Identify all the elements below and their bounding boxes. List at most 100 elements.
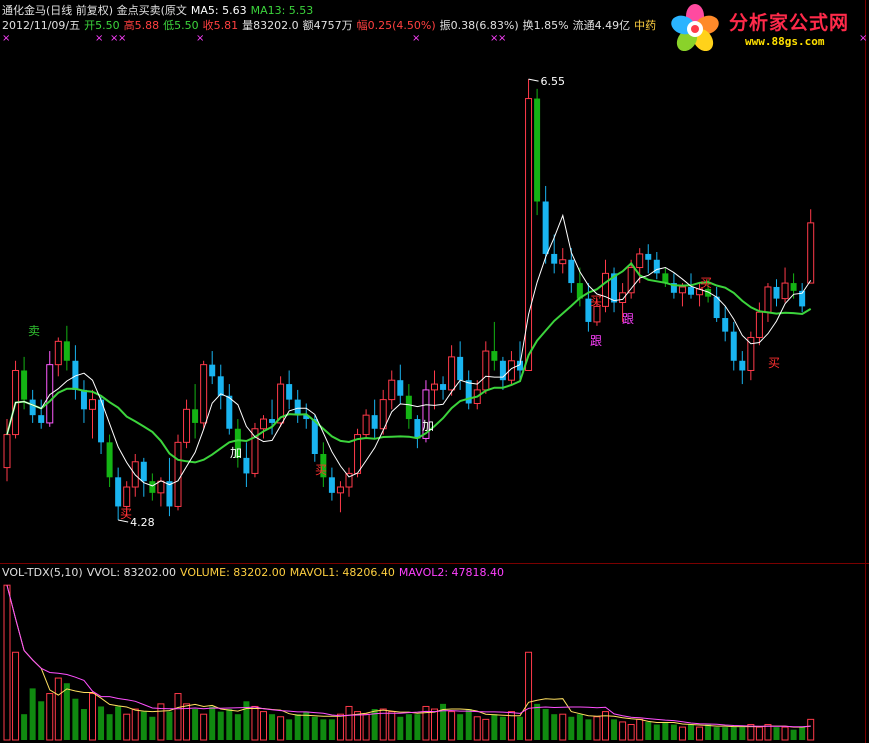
volume-bar [593,716,601,741]
volume-bar [286,719,293,740]
high-price-label-pointer [528,78,539,82]
signal-label: 买 [590,294,602,308]
volume-bar [696,726,704,741]
candle-body [157,480,165,494]
signal-marker: × [95,33,104,44]
candle-body [722,318,729,332]
candle-body [755,311,763,338]
quote-item-6: 额4757万 [302,19,353,32]
candle-body [431,383,438,391]
candle-body [645,253,652,260]
candle-body [226,395,233,429]
candle-body [217,376,224,396]
volume-bar [354,711,362,741]
volume-bar [405,714,412,740]
logo-url: www.88gs.com [745,35,825,48]
volume-bar [653,724,660,740]
volume-bar [174,693,182,741]
volume-bar [3,584,11,741]
volume-bar [226,709,233,740]
candlestick-chart[interactable]: 6.554.28卖买加买加买跟跟买买 [0,0,869,743]
signal-label: 加 [230,446,242,460]
candle-body [440,384,447,390]
volume-bar [388,711,396,741]
volume-bar [328,719,335,740]
volume-bar [80,709,87,740]
candle-body [63,341,70,361]
candle-body [328,477,335,493]
candle-body [371,415,378,429]
signal-marker: × [498,33,507,44]
volume-bar [345,705,353,741]
quote-item-1: 开5.50 [84,19,120,32]
volume-bar [636,718,644,741]
signal-marker: × [196,33,205,44]
candle-body [21,370,28,400]
ma5-line [6,213,812,487]
candle-body [534,98,541,202]
volume-bar [799,727,806,740]
signal-marker: × [412,33,421,44]
candle-body [448,356,456,391]
quote-item-9: 换1.85% [522,19,569,32]
candle-body [781,282,789,300]
candle-body [551,253,558,264]
volume-bar [98,706,105,740]
candle-body [688,286,694,295]
volume-bar [234,714,241,740]
volume-bar [678,726,686,741]
candle-body [559,259,567,265]
volume-bar [764,724,772,741]
volume-bar [473,716,481,741]
volume-bar [705,724,712,740]
volume-bar [781,726,789,741]
flower-logo-icon [671,4,719,52]
volume-bar [517,716,523,740]
indicator-item-0: 通化金马(日线 前复权) 金点买卖(原文 [2,4,187,17]
volume-item-1: VVOL: 83202.00 [86,566,177,579]
volume-bar [166,711,173,740]
signal-label: 买 [120,507,132,521]
candle-body [636,253,644,269]
volume-bar [260,711,267,741]
volume-bar [200,713,208,741]
volume-bar [336,713,344,741]
volume-bar [157,703,165,741]
candle-body [46,364,54,424]
volume-bar [525,651,533,741]
signal-label: 跟 [590,334,602,348]
candle-body [115,477,122,507]
volume-bar [192,709,199,740]
candle-body [54,340,62,366]
volume-header: VOL-TDX(5,10) VVOL: 83202.00 VOLUME: 83202… [2,566,508,580]
volume-bar [149,716,156,740]
candle-body [397,380,404,396]
volume-bar [414,714,421,740]
quote-item-2: 高5.88 [123,19,160,32]
signal-label: 跟 [622,312,634,326]
candle-body [200,364,208,424]
candle-body [192,409,199,423]
volume-bar [303,711,310,740]
volume-bar [294,714,301,740]
candle-body [414,419,421,439]
volume-bar [722,727,729,740]
volume-bar [72,698,79,740]
volume-bar [183,703,191,741]
volume-bar [491,714,498,740]
volume-bar [713,727,720,740]
candle-body [3,434,11,469]
high-price-label: 6.55 [541,75,566,88]
candle-body [29,399,36,416]
candle-body [294,399,301,416]
volume-bar [397,716,404,740]
signal-marker: × [2,33,11,44]
volume-item-2: VOLUME: 83202.00 [180,566,286,579]
candle-body [379,399,387,430]
volume-bar [46,693,54,741]
volume-bar [773,727,780,740]
volume-bar [115,706,122,740]
indicator-header: 通化金马(日线 前复权) 金点买卖(原文 MA5: 5.63 MA13: 5.53 [2,4,317,18]
volume-bar [670,724,677,740]
volume-bar [140,711,147,740]
